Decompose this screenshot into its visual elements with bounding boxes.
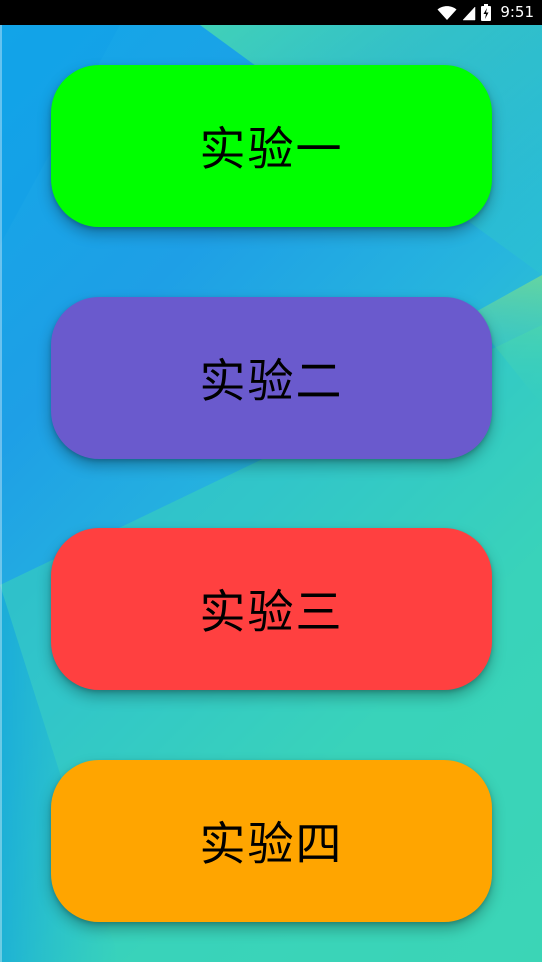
experiment-4-label: 实验四	[199, 817, 344, 871]
experiment-3-button[interactable]: 实验三	[51, 528, 492, 690]
experiment-2-label: 实验二	[199, 354, 344, 408]
cell-signal-icon	[462, 5, 476, 21]
wifi-icon	[437, 5, 457, 21]
battery-charging-icon	[481, 4, 492, 21]
experiment-3-label: 实验三	[199, 585, 344, 639]
experiment-2-button[interactable]: 实验二	[51, 297, 492, 459]
status-icons: 9:51	[437, 3, 534, 22]
experiment-4-button[interactable]: 实验四	[51, 760, 492, 922]
experiment-1-button[interactable]: 实验一	[51, 65, 492, 227]
experiment-1-label: 实验一	[199, 122, 344, 176]
status-time: 9:51	[500, 3, 534, 21]
status-bar: 9:51	[0, 0, 542, 25]
left-edge-strip	[0, 25, 2, 962]
